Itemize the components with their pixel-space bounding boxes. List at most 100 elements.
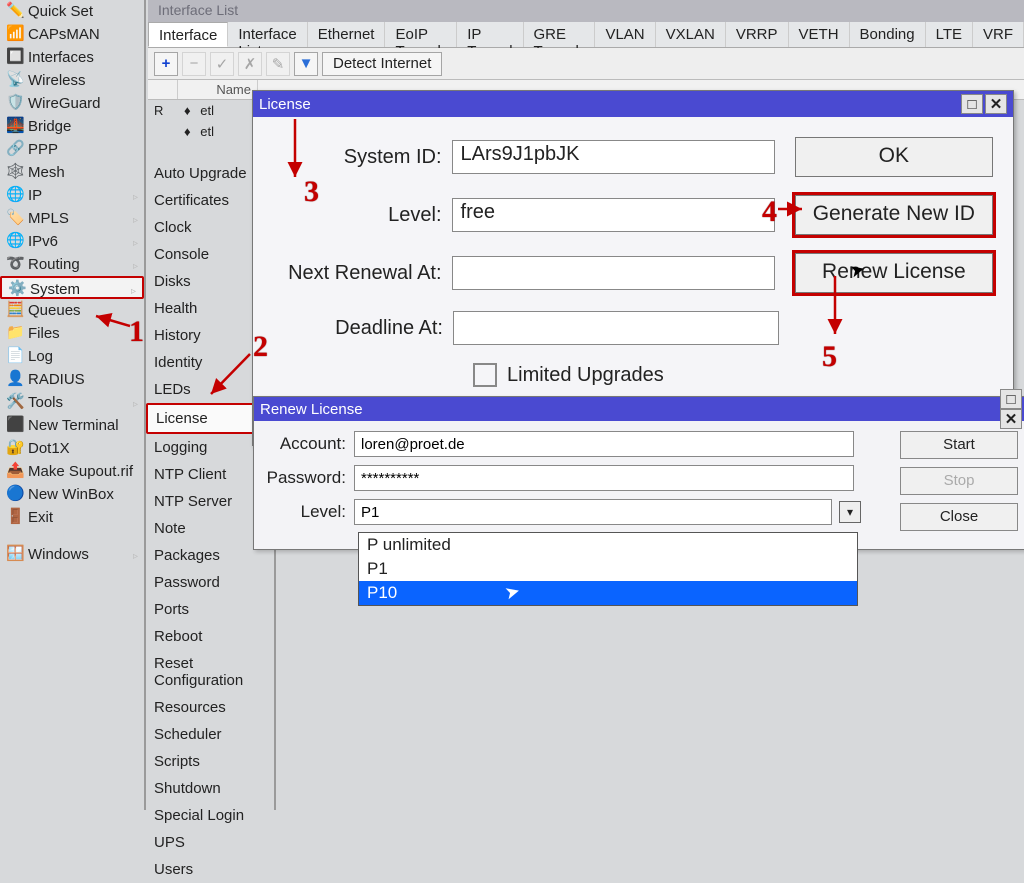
submenu-users[interactable]: Users bbox=[146, 856, 274, 883]
renew-license-window: Renew License □ ✕ Account: Password: Lev… bbox=[253, 396, 1024, 550]
tools-icon: 🛠️ bbox=[6, 394, 22, 410]
tab-vlan[interactable]: VLAN bbox=[595, 22, 655, 47]
supout-icon: 📤 bbox=[6, 463, 22, 479]
renew-license-button[interactable]: Renew License bbox=[795, 253, 993, 293]
tab-eoip[interactable]: EoIP Tunnel bbox=[385, 22, 457, 47]
sidebar-item-files[interactable]: 📁Files bbox=[0, 322, 144, 345]
ppp-icon: 🔗 bbox=[6, 141, 22, 157]
sidebar-item-radius[interactable]: 👤RADIUS bbox=[0, 368, 144, 391]
route-icon: ➰ bbox=[6, 256, 22, 272]
tab-interface[interactable]: Interface bbox=[148, 22, 228, 47]
terminal-icon: ⬛ bbox=[6, 417, 22, 433]
col-name: Name bbox=[178, 80, 258, 99]
submenu-shutdown[interactable]: Shutdown bbox=[146, 775, 274, 802]
close-button[interactable]: ✕ bbox=[1000, 409, 1022, 429]
submenu-resources[interactable]: Resources bbox=[146, 694, 274, 721]
start-button[interactable]: Start bbox=[900, 431, 1018, 459]
level-dropdown[interactable]: P unlimited P1 P10 bbox=[358, 532, 858, 606]
close-button[interactable]: Close bbox=[900, 503, 1018, 531]
stop-button: Stop bbox=[900, 467, 1018, 495]
cap-icon: 📶 bbox=[6, 26, 22, 42]
chevron-right-icon: ▹ bbox=[133, 397, 138, 412]
level-select[interactable] bbox=[354, 499, 832, 525]
windows-icon: 🪟 bbox=[6, 546, 22, 562]
folder-icon: 📁 bbox=[6, 325, 22, 341]
tab-interface-list[interactable]: Interface List bbox=[228, 22, 307, 47]
tab-vrrp[interactable]: VRRP bbox=[726, 22, 789, 47]
sidebar-item-newterminal[interactable]: ⬛New Terminal bbox=[0, 414, 144, 437]
tab-veth[interactable]: VETH bbox=[789, 22, 850, 47]
sidebar-item-interfaces[interactable]: 🔲Interfaces bbox=[0, 46, 144, 69]
sidebar-item-supout[interactable]: 📤Make Supout.rif bbox=[0, 460, 144, 483]
submenu-reboot[interactable]: Reboot bbox=[146, 623, 274, 650]
submenu-ports[interactable]: Ports bbox=[146, 596, 274, 623]
submenu-scripts[interactable]: Scripts bbox=[146, 748, 274, 775]
level-field[interactable]: free bbox=[452, 198, 775, 232]
dropdown-option-p1[interactable]: P1 bbox=[359, 557, 857, 581]
submenu-ups[interactable]: UPS bbox=[146, 829, 274, 856]
sidebar-item-capsman[interactable]: 📶CAPsMAN bbox=[0, 23, 144, 46]
ip-icon: 🌐 bbox=[6, 187, 22, 203]
sidebar-item-dot1x[interactable]: 🔐Dot1X bbox=[0, 437, 144, 460]
tab-iptunnel[interactable]: IP Tunnel bbox=[457, 22, 523, 47]
sidebar-item-ppp[interactable]: 🔗PPP bbox=[0, 138, 144, 161]
close-button[interactable]: ✕ bbox=[985, 94, 1007, 114]
filter-button[interactable]: ▼ bbox=[294, 52, 318, 76]
sidebar-item-wireless[interactable]: 📡Wireless bbox=[0, 69, 144, 92]
generate-new-id-button[interactable]: Generate New ID bbox=[795, 195, 993, 235]
maximize-button[interactable]: □ bbox=[961, 94, 983, 114]
submenu-resetconf[interactable]: Reset Configuration bbox=[146, 650, 274, 694]
main-sidebar: ✏️Quick Set 📶CAPsMAN 🔲Interfaces 📡Wirele… bbox=[0, 0, 146, 810]
renew-title: Renew License bbox=[260, 401, 363, 418]
submenu-password[interactable]: Password bbox=[146, 569, 274, 596]
sidebar-item-windows[interactable]: 🪟Windows▹ bbox=[0, 543, 144, 566]
sidebar-item-ip[interactable]: 🌐IP▹ bbox=[0, 184, 144, 207]
limited-upgrades-checkbox[interactable] bbox=[473, 363, 497, 387]
system-id-label: System ID: bbox=[273, 146, 452, 169]
dropdown-option-p10[interactable]: P10 bbox=[359, 581, 857, 605]
dropdown-option-punlimited[interactable]: P unlimited bbox=[359, 533, 857, 557]
sidebar-item-mesh[interactable]: 🕸️Mesh bbox=[0, 161, 144, 184]
tab-vxlan[interactable]: VXLAN bbox=[656, 22, 726, 47]
sidebar-item-tools[interactable]: 🛠️Tools▹ bbox=[0, 391, 144, 414]
winbox-icon: 🔵 bbox=[6, 486, 22, 502]
sidebar-item-exit[interactable]: 🚪Exit bbox=[0, 506, 144, 529]
tab-lte[interactable]: LTE bbox=[926, 22, 973, 47]
sidebar-item-queues[interactable]: 🧮Queues bbox=[0, 299, 144, 322]
sidebar-item-wireguard[interactable]: 🛡️WireGuard bbox=[0, 92, 144, 115]
account-input[interactable] bbox=[354, 431, 854, 457]
maximize-button[interactable]: □ bbox=[1000, 389, 1022, 409]
sidebar-item-routing[interactable]: ➰Routing▹ bbox=[0, 253, 144, 276]
step-1: 1 bbox=[129, 315, 144, 349]
submenu-special-login[interactable]: Special Login bbox=[146, 802, 274, 829]
iflist-toolbar: + − ✓ ✗ ✎ ▼ Detect Internet bbox=[148, 48, 1024, 80]
add-button[interactable]: + bbox=[154, 52, 178, 76]
sidebar-item-quickset[interactable]: ✏️Quick Set bbox=[0, 0, 144, 23]
ok-button[interactable]: OK bbox=[795, 137, 993, 177]
next-renewal-field[interactable] bbox=[452, 256, 775, 290]
tab-ethernet[interactable]: Ethernet bbox=[308, 22, 386, 47]
tab-gretunnel[interactable]: GRE Tunnel bbox=[524, 22, 596, 47]
license-titlebar[interactable]: License □ ✕ bbox=[253, 91, 1013, 117]
tab-bonding[interactable]: Bonding bbox=[850, 22, 926, 47]
chevron-right-icon: ▹ bbox=[133, 549, 138, 564]
submenu-scheduler[interactable]: Scheduler bbox=[146, 721, 274, 748]
dropdown-arrow-icon[interactable]: ▾ bbox=[839, 501, 861, 523]
account-label: Account: bbox=[264, 434, 354, 454]
sidebar-item-ipv6[interactable]: 🌐IPv6▹ bbox=[0, 230, 144, 253]
level-label: Level: bbox=[273, 204, 452, 227]
sidebar-item-system[interactable]: ⚙️System▹ bbox=[0, 276, 144, 299]
flag-cell bbox=[148, 122, 178, 141]
system-id-field[interactable]: LArs9J1pbJK bbox=[452, 140, 775, 174]
sidebar-item-newwinbox[interactable]: 🔵New WinBox bbox=[0, 483, 144, 506]
sidebar-item-log[interactable]: 📄Log bbox=[0, 345, 144, 368]
renew-titlebar[interactable]: Renew License □ ✕ bbox=[254, 397, 1024, 421]
sidebar-item-bridge[interactable]: 🌉Bridge bbox=[0, 115, 144, 138]
ipv6-icon: 🌐 bbox=[6, 233, 22, 249]
sidebar-item-mpls[interactable]: 🏷️MPLS▹ bbox=[0, 207, 144, 230]
tab-vrf[interactable]: VRF bbox=[973, 22, 1024, 47]
detect-internet-button[interactable]: Detect Internet bbox=[322, 52, 442, 76]
password-input[interactable] bbox=[354, 465, 854, 491]
deadline-field[interactable] bbox=[453, 311, 779, 345]
license-window: License □ ✕ System ID: LArs9J1pbJK OK Le… bbox=[252, 90, 1014, 446]
